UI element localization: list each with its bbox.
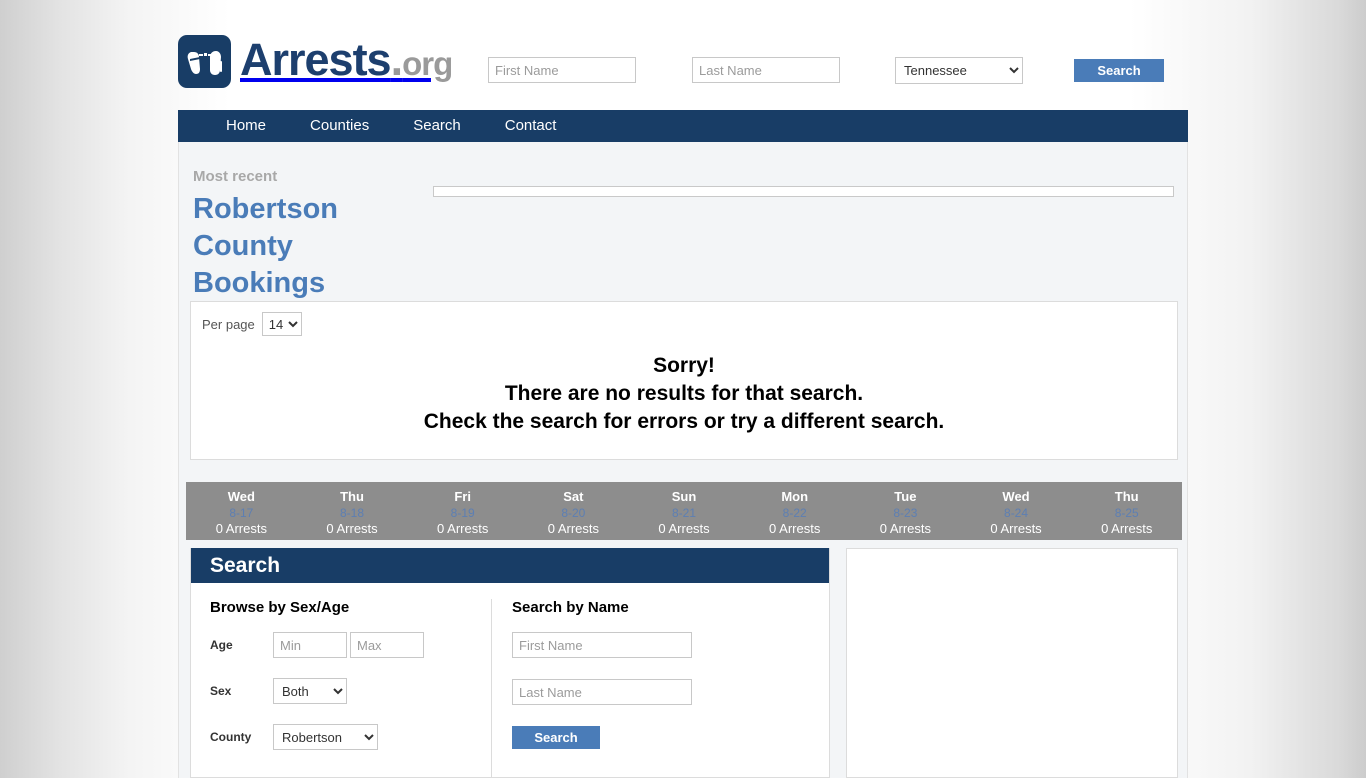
most-recent-block: Most recent Robertson County Bookings	[193, 168, 423, 302]
sex-select[interactable]: Both	[273, 678, 347, 704]
search-panel: Search Browse by Sex/Age Age Sex Bot	[190, 548, 830, 778]
day-cell[interactable]: Sun 8-21 0 Arrests	[629, 482, 740, 540]
search-by-name-column: Search by Name Search	[491, 599, 821, 777]
day-cell[interactable]: Wed 8-17 0 Arrests	[186, 482, 297, 540]
nav-item-search[interactable]: Search	[391, 110, 483, 142]
bottom-region: Search Browse by Sex/Age Age Sex Bot	[190, 548, 1178, 778]
county-field-row: County Robertson	[210, 724, 491, 750]
day-name: Thu	[1114, 489, 1139, 504]
logo-brand: Arrests	[240, 34, 392, 85]
day-name: Mon	[781, 489, 809, 504]
day-date: 8-24	[1004, 506, 1029, 520]
day-date: 8-21	[672, 506, 697, 520]
day-count: 0 Arrests	[1101, 521, 1153, 536]
day-name: Wed	[227, 489, 255, 504]
search-panel-title: Search	[191, 548, 829, 583]
page-title: Robertson County Bookings	[193, 193, 338, 299]
day-date: 8-25	[1114, 506, 1139, 520]
day-date: 8-20	[561, 506, 586, 520]
browse-by-sex-age-column: Browse by Sex/Age Age Sex Both	[191, 599, 491, 777]
handcuffs-icon	[178, 35, 231, 88]
logo-wordmark: Arrests.org	[240, 33, 453, 90]
day-name: Fri	[454, 489, 471, 504]
day-cell[interactable]: Thu 8-25 0 Arrests	[1071, 482, 1182, 540]
panel-first-name-input[interactable]	[512, 632, 692, 658]
day-name: Tue	[894, 489, 917, 504]
name-column-title: Search by Name	[512, 599, 629, 616]
logo-dot: .	[390, 34, 403, 85]
day-count: 0 Arrests	[547, 521, 599, 536]
age-min-input[interactable]	[273, 632, 347, 658]
day-cell[interactable]: Wed 8-24 0 Arrests	[961, 482, 1072, 540]
sex-label: Sex	[210, 684, 232, 698]
no-results-line-3: Check the search for errors or try a dif…	[423, 410, 945, 433]
day-cell[interactable]: Fri 8-19 0 Arrests	[407, 482, 518, 540]
header-search-button[interactable]: Search	[1074, 59, 1164, 82]
day-count: 0 Arrests	[215, 521, 267, 536]
day-count: 0 Arrests	[769, 521, 821, 536]
content-area: Most recent Robertson County Bookings Pe…	[178, 142, 1188, 778]
no-results-line-1: Sorry!	[653, 354, 715, 377]
day-count: 0 Arrests	[658, 521, 710, 536]
day-name: Sun	[671, 489, 697, 504]
day-count: 0 Arrests	[326, 521, 378, 536]
day-count: 0 Arrests	[437, 521, 489, 536]
county-select[interactable]: Robertson	[273, 724, 378, 750]
search-panel-body: Browse by Sex/Age Age Sex Both	[191, 583, 829, 777]
top-banner-placeholder	[433, 186, 1174, 197]
day-cell[interactable]: Mon 8-22 0 Arrests	[739, 482, 850, 540]
results-panel: Per page 14 Sorry! There are no results …	[190, 301, 1178, 460]
sex-field-row: Sex Both	[210, 678, 491, 704]
day-cell[interactable]: Thu 8-18 0 Arrests	[297, 482, 408, 540]
no-results-line-2: There are no results for that search.	[504, 382, 864, 405]
day-cell[interactable]: Sat 8-20 0 Arrests	[518, 482, 629, 540]
panel-search-button[interactable]: Search	[512, 726, 600, 749]
logo-tld: org	[402, 45, 453, 82]
age-max-input[interactable]	[350, 632, 424, 658]
no-results-message: Sorry! There are no results for that sea…	[191, 352, 1177, 436]
day-strip: Wed 8-17 0 Arrests Thu 8-18 0 Arrests Fr…	[186, 482, 1182, 540]
day-count: 0 Arrests	[879, 521, 932, 536]
nav-item-home[interactable]: Home	[204, 110, 288, 142]
day-date: 8-17	[229, 506, 254, 520]
county-label: County	[210, 730, 252, 744]
page-container: Arrests.org Tennessee Search Home Counti…	[178, 0, 1188, 778]
site-logo[interactable]: Arrests.org	[178, 33, 453, 90]
header-first-name-input[interactable]	[488, 57, 636, 83]
day-date: 8-19	[450, 506, 475, 520]
nav-item-counties[interactable]: Counties	[288, 110, 391, 142]
most-recent-kicker: Most recent	[193, 168, 278, 185]
browse-column-title: Browse by Sex/Age	[210, 599, 350, 616]
header-state-select[interactable]: Tennessee	[895, 57, 1023, 84]
age-field-row: Age	[210, 632, 491, 658]
day-count: 0 Arrests	[990, 521, 1042, 536]
main-nav: Home Counties Search Contact	[178, 110, 1188, 142]
header-last-name-input[interactable]	[692, 57, 840, 83]
per-page-select[interactable]: 14	[261, 312, 302, 336]
sidebar-ad-placeholder	[846, 548, 1178, 778]
panel-last-name-input[interactable]	[512, 679, 692, 705]
day-date: 8-18	[339, 506, 365, 520]
site-header: Arrests.org Tennessee Search	[178, 0, 1188, 110]
age-label: Age	[210, 638, 233, 652]
nav-item-contact[interactable]: Contact	[483, 110, 579, 142]
day-name: Wed	[1002, 489, 1030, 504]
day-name: Sat	[563, 489, 584, 504]
day-cell[interactable]: Tue 8-23 0 Arrests	[850, 482, 961, 540]
day-name: Thu	[340, 489, 364, 504]
per-page-control: Per page 14	[202, 312, 302, 336]
day-date: 8-22	[782, 506, 807, 520]
day-date: 8-23	[893, 506, 918, 520]
per-page-label: Per page	[202, 316, 255, 332]
